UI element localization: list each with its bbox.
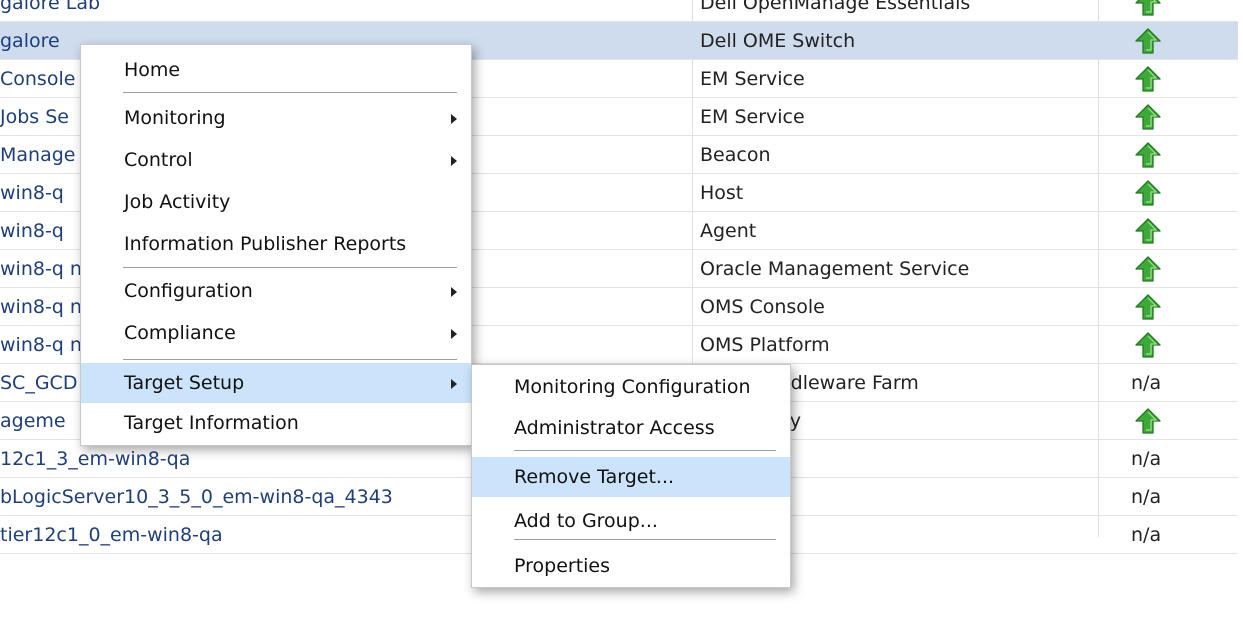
status-text: n/a [1131, 524, 1162, 546]
target-setup-submenu: Monitoring Configuration Administrator Ac… [471, 364, 791, 588]
status-up-icon [1135, 294, 1161, 320]
menu-separator [123, 359, 457, 360]
target-type: Agent [700, 220, 757, 242]
menu-item-label: Monitoring [124, 107, 226, 129]
menu-item-label: Target Setup [124, 372, 245, 394]
status-up-icon [1135, 28, 1161, 54]
menu-separator [123, 267, 457, 268]
menu-item-compliance[interactable]: Compliance [81, 313, 471, 353]
status-up-icon [1135, 408, 1161, 434]
menu-item-target-information[interactable]: Target Information [81, 403, 471, 443]
submenu-arrow-icon [451, 379, 457, 389]
submenu-arrow-icon [451, 287, 457, 297]
status-up-icon [1135, 256, 1161, 282]
submenu-item-remove-target[interactable]: Remove Target... [472, 457, 790, 497]
status-up-icon [1135, 332, 1161, 358]
target-type: OMS Console [700, 296, 825, 318]
menu-item-label: Home [124, 59, 181, 81]
submenu-arrow-icon [451, 329, 457, 339]
submenu-arrow-icon [451, 156, 457, 166]
status-up-icon [1135, 0, 1161, 16]
target-context-menu: Home Monitoring Control Job Activity Informa… [80, 44, 472, 446]
menu-item-control[interactable]: Control [81, 140, 471, 180]
status-text: n/a [1131, 372, 1162, 394]
target-type: Oracle Management Service [700, 258, 970, 280]
menu-item-label: Information Publisher Reports [124, 233, 407, 255]
target-type: EM Service [700, 106, 805, 128]
submenu-item-monitoring-configuration[interactable]: Monitoring Configuration [472, 367, 790, 407]
status-text: n/a [1131, 448, 1162, 470]
menu-item-label: Control [124, 149, 193, 171]
menu-separator [514, 539, 776, 540]
target-name-link[interactable]: galore Lab [0, 0, 690, 22]
menu-item-label: Compliance [124, 322, 236, 344]
submenu-item-add-to-group[interactable]: Add to Group... [472, 501, 790, 541]
target-type: Host [700, 182, 744, 204]
menu-item-label: Job Activity [124, 191, 231, 213]
status-up-icon [1135, 66, 1161, 92]
target-type: Beacon [700, 144, 771, 166]
menu-item-label: Configuration [124, 280, 253, 302]
table-row[interactable]: galore Lab Dell OpenManage Essentials [0, 0, 1238, 22]
status-up-icon [1135, 180, 1161, 206]
submenu-item-properties[interactable]: Properties [472, 546, 790, 586]
menu-item-information-publisher-reports[interactable]: Information Publisher Reports [81, 224, 471, 264]
menu-item-job-activity[interactable]: Job Activity [81, 182, 471, 222]
menu-separator [514, 450, 776, 451]
menu-item-monitoring[interactable]: Monitoring [81, 98, 471, 138]
menu-item-target-setup[interactable]: Target Setup [81, 363, 471, 403]
submenu-item-administrator-access[interactable]: Administrator Access [472, 408, 790, 448]
target-type: Dell OME Switch [700, 30, 856, 52]
menu-item-home[interactable]: Home [81, 50, 471, 90]
status-up-icon [1135, 142, 1161, 168]
status-up-icon [1135, 218, 1161, 244]
menu-item-configuration[interactable]: Configuration [81, 271, 471, 311]
status-up-icon [1135, 104, 1161, 130]
target-type: Dell OpenManage Essentials [700, 0, 971, 14]
menu-item-label: Target Information [124, 412, 299, 434]
menu-separator [123, 92, 457, 93]
target-type: OMS Platform [700, 334, 830, 356]
target-type: EM Service [700, 68, 805, 90]
submenu-arrow-icon [451, 114, 457, 124]
status-text: n/a [1131, 486, 1162, 508]
